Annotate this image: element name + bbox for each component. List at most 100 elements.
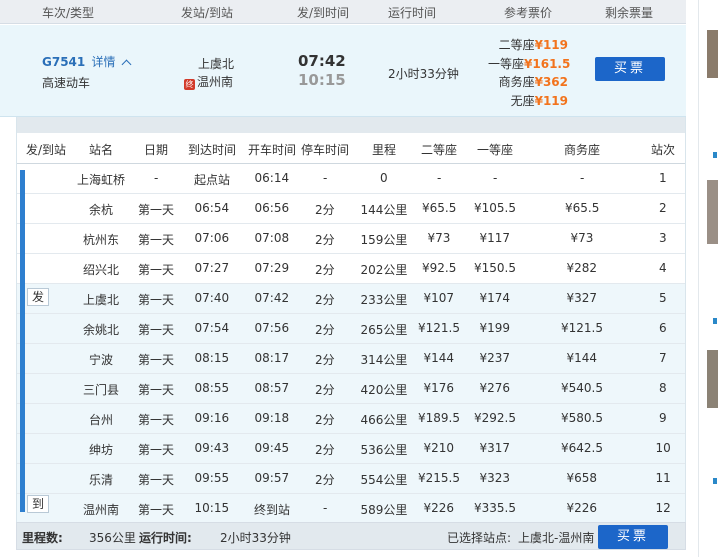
stop-row[interactable]: 台州 第一天 09:16 09:18 2分 466公里 ¥189.5 ¥292.5 ¥580.5… (17, 403, 685, 433)
price-item: 一等座¥161.5 (488, 55, 570, 74)
stop-stop: 2分 (315, 383, 335, 397)
column-header: 停车时间 (301, 143, 350, 157)
thumbnail-image[interactable] (707, 350, 718, 408)
stop-stop: 2分 (315, 443, 335, 457)
depart-time: 07:42 (298, 52, 346, 70)
stop-business: ¥642.5 (561, 441, 603, 455)
stop-second: ¥210 (423, 441, 455, 455)
stop-first: ¥276 (479, 381, 511, 395)
run-duration: 2小时33分钟 (388, 67, 459, 81)
distance-label: 里程数: (22, 531, 63, 545)
arrive-time: 10:15 (298, 71, 346, 89)
stop-first: - (493, 171, 498, 185)
stop-depart: 06:14 (254, 171, 290, 185)
stop-row[interactable]: 绅坊 第一天 09:43 09:45 2分 536公里 ¥210 ¥317 ¥642.5 10 (17, 433, 685, 463)
stop-dist: 265公里 (360, 323, 408, 337)
stop-stop: 2分 (315, 323, 335, 337)
route-rail (20, 170, 25, 512)
stop-second: ¥73 (427, 231, 451, 245)
price-seat-label: 商务座 (498, 75, 535, 89)
stop-stop: - (323, 501, 328, 515)
stop-arrive: 07:54 (194, 321, 230, 335)
column-header: 一等座 (477, 143, 514, 157)
stop-arrive: 08:55 (194, 381, 230, 395)
stop-seq: 2 (659, 201, 667, 215)
stop-day: 第一天 (138, 443, 175, 457)
stop-first: ¥317 (479, 441, 511, 455)
stop-row[interactable]: 上虞北 第一天 07:40 07:42 2分 233公里 ¥107 ¥174 ¥327 5 (17, 283, 685, 313)
stop-day: 第一天 (138, 473, 175, 487)
stop-row[interactable]: 上海虹桥 - 起点站 06:14 - 0 - - - 1 (17, 163, 685, 193)
header-times: 发/到时间 (297, 6, 350, 20)
stop-row[interactable]: 三门县 第一天 08:55 08:57 2分 420公里 ¥176 ¥276 ¥540.5 8 (17, 373, 685, 403)
thumbnail-image[interactable] (707, 30, 718, 78)
stop-day: 第一天 (138, 293, 175, 307)
stop-row[interactable]: 余姚北 第一天 07:54 07:56 2分 265公里 ¥121.5 ¥199 ¥121.5 6 (17, 313, 685, 343)
price-list: 二等座¥119 一等座¥161.5 商务座¥362 无座¥119 (488, 36, 570, 110)
stop-table-strip (17, 117, 685, 133)
buy-selected-button[interactable]: 买票 (598, 525, 668, 549)
stop-seq: 1 (659, 171, 667, 185)
price-value: ¥119 (534, 93, 568, 108)
stop-dist: 202公里 (360, 263, 408, 277)
stop-row[interactable]: 杭州东 第一天 07:06 07:08 2分 159公里 ¥73 ¥117 ¥73 3 (17, 223, 685, 253)
column-header: 日期 (144, 143, 169, 157)
stop-first: ¥150.5 (474, 261, 516, 275)
price-seat-label: 无座 (510, 93, 535, 108)
to-station: 终温州南 (184, 73, 233, 90)
stop-name: 绍兴北 (83, 263, 120, 277)
train-detail-toggle[interactable]: 详情 (91, 55, 115, 69)
stop-depart: 终到站 (254, 503, 291, 517)
stop-row[interactable]: 余杭 第一天 06:54 06:56 2分 144公里 ¥65.5 ¥105.5 ¥65.5 2 (17, 193, 685, 223)
stop-stop: 2分 (315, 473, 335, 487)
stop-second: ¥215.5 (418, 471, 460, 485)
terminus-badge-icon: 终 (184, 79, 195, 90)
stop-dist: 159公里 (360, 233, 408, 247)
stop-business: - (580, 171, 585, 185)
stop-row[interactable]: 乐清 第一天 09:55 09:57 2分 554公里 ¥215.5 ¥323 ¥658 11 (17, 463, 685, 493)
stop-row[interactable]: 温州南 第一天 10:15 终到站 - 589公里 ¥226 ¥335.5 ¥226 12 (17, 493, 685, 523)
stop-seq: 12 (655, 501, 671, 515)
stop-arrive: 10:15 (194, 501, 230, 515)
price-seat-label: 二等座 (498, 38, 535, 52)
stop-seq: 7 (659, 351, 667, 365)
chevron-up-icon[interactable] (121, 59, 132, 70)
stop-day: 第一天 (138, 203, 175, 217)
from-station: 上虞北 (198, 57, 235, 71)
price-item: 二等座¥119 (488, 36, 568, 55)
header-remaining: 剩余票量 (605, 6, 654, 20)
stop-seq: 3 (659, 231, 667, 245)
summary-footer: 里程数: 356公里 运行时间: 2小时33分钟 已选择站点: 上虞北-温州南 (16, 522, 686, 550)
stop-seq: 5 (659, 291, 667, 305)
buy-ticket-button[interactable]: 买票 (595, 57, 665, 81)
stop-stop: 2分 (315, 413, 335, 427)
stop-seq: 4 (659, 261, 667, 275)
train-number[interactable]: G7541 (42, 55, 85, 69)
stop-arrive: 07:27 (194, 261, 230, 275)
stop-dist: 233公里 (360, 293, 408, 307)
stop-day: 第一天 (138, 413, 175, 427)
to-station-name: 温州南 (197, 75, 234, 89)
selected-label: 已选择站点: (447, 531, 512, 545)
stop-row[interactable]: 绍兴北 第一天 07:27 07:29 2分 202公里 ¥92.5 ¥150.5 ¥282 4 (17, 253, 685, 283)
train-number-link[interactable]: G7541 详情 (42, 53, 132, 70)
price-item: 商务座¥362 (488, 73, 568, 92)
stop-row[interactable]: 宁波 第一天 08:15 08:17 2分 314公里 ¥144 ¥237 ¥144 7 (17, 343, 685, 373)
stop-business: ¥226 (566, 501, 598, 515)
column-header: 开车时间 (248, 143, 297, 157)
stop-day: 第一天 (138, 233, 175, 247)
thumbnail-image[interactable] (707, 180, 718, 244)
stop-first: ¥174 (479, 291, 511, 305)
header-price: 参考票价 (504, 6, 553, 20)
stop-business: ¥121.5 (561, 321, 603, 335)
stop-business: ¥282 (566, 261, 598, 275)
stop-arrive: 09:55 (194, 471, 230, 485)
stop-day: 第一天 (138, 263, 175, 277)
stop-seq: 11 (655, 471, 671, 485)
stop-day: 第一天 (138, 323, 175, 337)
stop-dist: 314公里 (360, 353, 408, 367)
stop-stop: 2分 (315, 353, 335, 367)
header-duration: 运行时间 (388, 6, 437, 20)
stop-stop: 2分 (315, 233, 335, 247)
stop-second: - (437, 171, 442, 185)
